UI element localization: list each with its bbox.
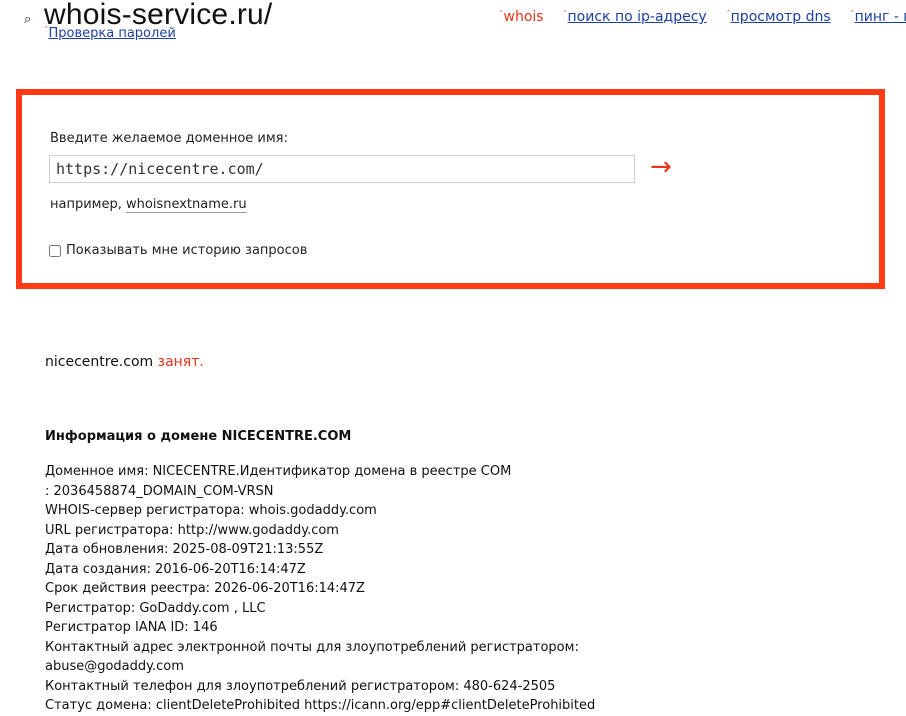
domain-info-title: Информация о домене NICECENTRE.COM: [45, 429, 352, 444]
domain-search-form: Введите желаемое доменное имя: → наприме…: [16, 89, 885, 289]
nav-ip-search[interactable]: поиск по ip-адресу: [568, 9, 707, 25]
whois-line: Дата обновления: 2025-08-09T21:13:55Z: [45, 542, 324, 557]
whois-record: Доменное имя: NICECENTRE.Идентификатор д…: [45, 462, 635, 716]
whois-line: Контактный телефон для злоупотреблений р…: [45, 678, 556, 694]
example-domain-link[interactable]: whoisnextname.ru: [126, 197, 247, 213]
tick-mark-icon: ′: [851, 8, 854, 21]
nav-ping[interactable]: пинг - по: [855, 9, 906, 25]
history-label: Показывать мне историю запросов: [66, 243, 308, 258]
tick-mark-icon: ′: [727, 8, 730, 21]
whois-line: WHOIS-сервер регистратора: whois.godaddy…: [45, 503, 377, 518]
example-hint: например, whoisnextname.ru: [50, 197, 247, 213]
whois-line: Регистратор: GoDaddy.com , LLC: [45, 600, 266, 616]
domain-prompt-label: Введите желаемое доменное имя:: [50, 131, 288, 146]
example-prefix: например,: [50, 197, 122, 212]
result-domain: nicecentre.com: [45, 354, 154, 370]
tick-mark-icon: ′: [45, 24, 48, 37]
password-check-link[interactable]: Проверка паролей: [49, 26, 176, 41]
domain-status: nicecentre.com занят.: [45, 354, 204, 370]
nav-whois[interactable]: whois: [504, 9, 544, 25]
top-navigation: ′whois ′поиск по ip-адресу ′просмотр dns…: [500, 8, 906, 25]
whois-line: Контактный адрес электронной почты для з…: [45, 639, 579, 655]
arrow-right-icon[interactable]: →: [650, 151, 672, 183]
whois-line: URL регистратора: http://www.godaddy.com: [45, 522, 339, 538]
history-option[interactable]: Показывать мне историю запросов: [49, 243, 307, 258]
nav-dns-view[interactable]: просмотр dns: [731, 9, 831, 25]
whois-line: : 2036458874_DOMAIN_COM-VRSN: [45, 483, 274, 499]
subnav: ′Проверка паролей: [45, 24, 176, 41]
whois-line: Срок действия реестра: 2026-06-20T16:14:…: [45, 581, 365, 596]
status-badge: занят.: [157, 354, 204, 370]
domain-input[interactable]: [49, 155, 635, 183]
whois-line: Статус домена: clientDeleteProhibited ht…: [45, 698, 596, 713]
whois-line: abuse@godaddy.com: [45, 659, 184, 674]
history-checkbox[interactable]: [49, 244, 61, 257]
search-icon: ⌕: [24, 12, 32, 27]
whois-line: Доменное имя: NICECENTRE.Идентификатор д…: [45, 464, 512, 479]
tick-mark-icon: ′: [500, 8, 503, 21]
tick-mark-icon: ′: [564, 8, 567, 21]
whois-line: Дата создания: 2016-06-20T16:14:47Z: [45, 561, 306, 577]
whois-line: Регистратор IANA ID: 146: [45, 620, 218, 635]
